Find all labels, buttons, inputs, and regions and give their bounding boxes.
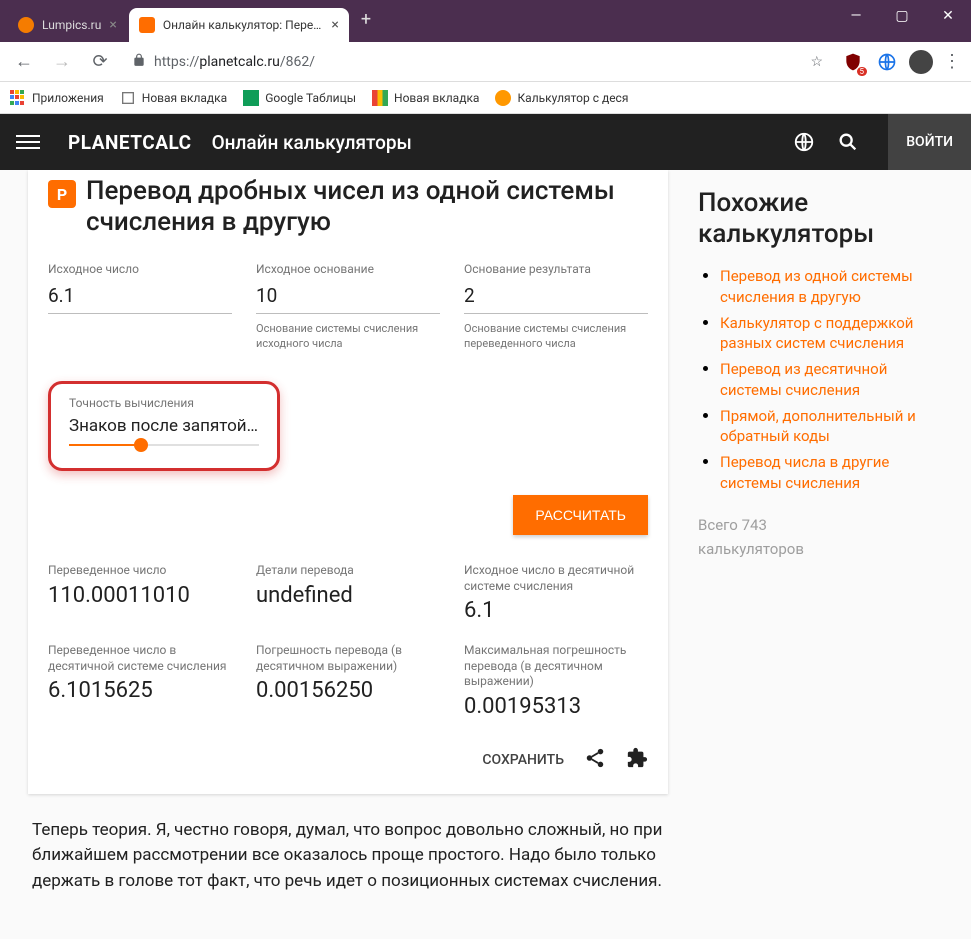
calculator-icon: P — [48, 180, 76, 208]
search-icon[interactable] — [836, 130, 860, 154]
site-header: PLANETCALC Онлайн калькуляторы ВОЙТИ — [0, 114, 971, 170]
precision-label: Точность вычисления — [69, 396, 259, 410]
result-label: Максимальная погрешность перевода (в дес… — [464, 643, 648, 690]
browser-tab[interactable]: Lumpics.ru × — [8, 8, 127, 42]
result-label: Переведенное число в десятичной системе … — [48, 643, 232, 674]
language-icon[interactable] — [792, 130, 816, 154]
bookmark-item[interactable]: Новая вкладка — [120, 90, 227, 106]
ublock-extension-icon[interactable]: 5 — [841, 50, 865, 74]
result-value: 6.1 — [464, 598, 648, 623]
sidebar-footer: Всего 743 калькуляторов — [698, 513, 928, 561]
close-button[interactable]: ✕ — [925, 0, 971, 32]
brand-logo[interactable]: PLANETCALC — [68, 131, 192, 154]
share-icon[interactable] — [584, 747, 606, 774]
bookmark-item[interactable]: Калькулятор с деся — [495, 90, 628, 106]
menu-icon[interactable]: ⋮ — [943, 51, 961, 72]
result-label: Погрешность перевода (в десятичном выраж… — [256, 643, 440, 674]
related-link[interactable]: Перевод из одной системы счисления в дру… — [720, 267, 913, 305]
calculator-card: P Перевод дробных чисел из одной системы… — [28, 170, 668, 794]
theory-paragraph: Теперь теория. Я, честно говоря, думал, … — [28, 810, 668, 895]
result-converted-number: Переведенное число 110.00011010 — [48, 563, 232, 623]
related-link[interactable]: Перевод из десятичной системы счисления — [720, 360, 887, 398]
save-button[interactable]: СОХРАНИТЬ — [482, 752, 564, 768]
field-label: Основание результата — [464, 262, 648, 276]
hamburger-icon[interactable] — [16, 135, 40, 149]
related-link[interactable]: Перевод числа в другие системы счисления — [720, 453, 889, 491]
field-hint: Основание системы счисления исходного чи… — [256, 322, 440, 351]
window-controls: — ▢ ✕ — [833, 0, 971, 32]
bookmark-label: Google Таблицы — [265, 91, 356, 105]
bookmark-label: Калькулятор с деся — [517, 91, 628, 105]
result-value: 0.00195313 — [464, 694, 648, 719]
bookmark-label: Новая вкладка — [142, 91, 227, 105]
globe-extension-icon[interactable] — [875, 50, 899, 74]
calculator-title: Перевод дробных чисел из одной системы с… — [86, 176, 648, 238]
page-content: P Перевод дробных чисел из одной системы… — [0, 170, 971, 939]
precision-highlighted-box: Точность вычисления Знаков после запятой… — [48, 381, 280, 471]
result-value: undefined — [256, 583, 440, 608]
browser-tab-active[interactable]: Онлайн калькулятор: Перевод / × — [129, 8, 349, 42]
result-max-error: Максимальная погрешность перевода (в дес… — [464, 643, 648, 719]
close-icon[interactable]: × — [109, 17, 116, 33]
calculator-title-row: P Перевод дробных чисел из одной системы… — [48, 170, 648, 248]
bookmark-label: Приложения — [32, 91, 104, 105]
browser-titlebar: Lumpics.ru × Онлайн калькулятор: Перевод… — [0, 0, 971, 42]
related-link[interactable]: Прямой, дополнительный и обратный коды — [720, 407, 916, 445]
tab-title: Онлайн калькулятор: Перевод / — [163, 18, 324, 32]
maximize-button[interactable]: ▢ — [879, 0, 925, 32]
address-bar[interactable]: https://planetcalc.ru/862/ ☆ — [124, 53, 831, 71]
bookmark-label: Новая вкладка — [394, 91, 479, 105]
field-label: Исходное число — [48, 262, 232, 276]
close-icon[interactable]: × — [331, 17, 338, 33]
bookmark-item[interactable]: Google Таблицы — [243, 90, 356, 106]
forward-button[interactable]: → — [48, 51, 76, 72]
calculate-button[interactable]: РАССЧИТАТЬ — [513, 495, 648, 535]
sidebar: Похожие калькуляторы Перевод из одной си… — [698, 170, 928, 939]
bookmark-item[interactable]: Новая вкладка — [372, 90, 479, 106]
lock-icon — [132, 53, 146, 71]
result-label: Исходное число в десятичной системе счис… — [464, 563, 648, 594]
profile-avatar[interactable] — [909, 50, 933, 74]
reload-button[interactable]: ⟳ — [86, 51, 114, 72]
source-base-field[interactable]: Исходное основание 10 Основание системы … — [256, 262, 440, 351]
result-details: Детали перевода undefined — [256, 563, 440, 623]
star-icon[interactable]: ☆ — [810, 54, 823, 70]
result-source-decimal: Исходное число в десятичной системе счис… — [464, 563, 648, 623]
precision-slider[interactable] — [69, 444, 259, 446]
puzzle-icon[interactable] — [626, 747, 648, 774]
field-value[interactable]: 2 — [464, 280, 648, 314]
bookmarks-bar: Приложения Новая вкладка Google Таблицы … — [0, 82, 971, 114]
bookmark-apps[interactable]: Приложения — [10, 90, 104, 106]
sidebar-title: Похожие калькуляторы — [698, 188, 928, 250]
target-base-field[interactable]: Основание результата 2 Основание системы… — [464, 262, 648, 351]
result-value: 6.1015625 — [48, 678, 232, 703]
result-label: Детали перевода — [256, 563, 440, 579]
minimize-button[interactable]: — — [833, 0, 879, 32]
precision-text: Знаков после запятой… — [69, 416, 259, 436]
related-links-list: Перевод из одной системы счисления в дру… — [698, 266, 928, 493]
result-value: 110.00011010 — [48, 583, 232, 608]
tab-title: Lumpics.ru — [42, 18, 101, 32]
tab-favicon — [18, 17, 34, 33]
field-value[interactable]: 10 — [256, 280, 440, 314]
tab-favicon — [139, 17, 155, 33]
url-text: https://planetcalc.ru/862/ — [154, 54, 315, 70]
extension-badge: 5 — [857, 67, 868, 76]
browser-toolbar: ← → ⟳ https://planetcalc.ru/862/ ☆ 5 ⋮ — [0, 42, 971, 82]
back-button[interactable]: ← — [10, 51, 38, 72]
header-subtitle: Онлайн калькуляторы — [212, 131, 412, 154]
field-value[interactable]: 6.1 — [48, 280, 232, 314]
result-error: Погрешность перевода (в десятичном выраж… — [256, 643, 440, 719]
result-label: Переведенное число — [48, 563, 232, 579]
slider-thumb[interactable] — [134, 438, 148, 452]
result-converted-decimal: Переведенное число в десятичной системе … — [48, 643, 232, 719]
related-link[interactable]: Калькулятор с поддержкой разных систем с… — [720, 314, 913, 352]
source-number-field[interactable]: Исходное число 6.1 — [48, 262, 232, 351]
field-label: Исходное основание — [256, 262, 440, 276]
login-button[interactable]: ВОЙТИ — [888, 114, 971, 170]
field-hint: Основание системы счисления переведенног… — [464, 322, 648, 351]
new-tab-button[interactable]: + — [351, 9, 381, 30]
result-value: 0.00156250 — [256, 678, 440, 703]
